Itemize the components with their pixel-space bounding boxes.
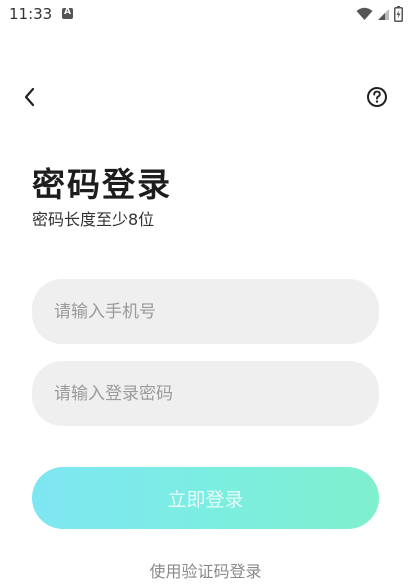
battery-icon (394, 6, 403, 22)
code-login-link[interactable]: 使用验证码登录 (0, 558, 411, 582)
back-button[interactable] (18, 84, 44, 110)
notification-icon (62, 7, 73, 19)
password-input[interactable] (32, 361, 379, 426)
password-field-container (32, 361, 379, 426)
login-button[interactable]: 立即登录 (32, 467, 379, 529)
status-icons (356, 6, 403, 22)
help-button[interactable] (364, 84, 390, 110)
wifi-icon (356, 7, 373, 20)
phone-field-container (32, 279, 379, 344)
chevron-left-icon (24, 87, 35, 107)
page-title: 密码登录 (32, 165, 172, 204)
phone-input[interactable] (32, 279, 379, 344)
password-hint: 密码长度至少8位 (32, 210, 155, 229)
help-circle-icon (367, 87, 387, 107)
signal-icon (378, 8, 389, 20)
status-time: 11:33 (9, 5, 53, 23)
status-bar: 11:33 (0, 0, 411, 30)
